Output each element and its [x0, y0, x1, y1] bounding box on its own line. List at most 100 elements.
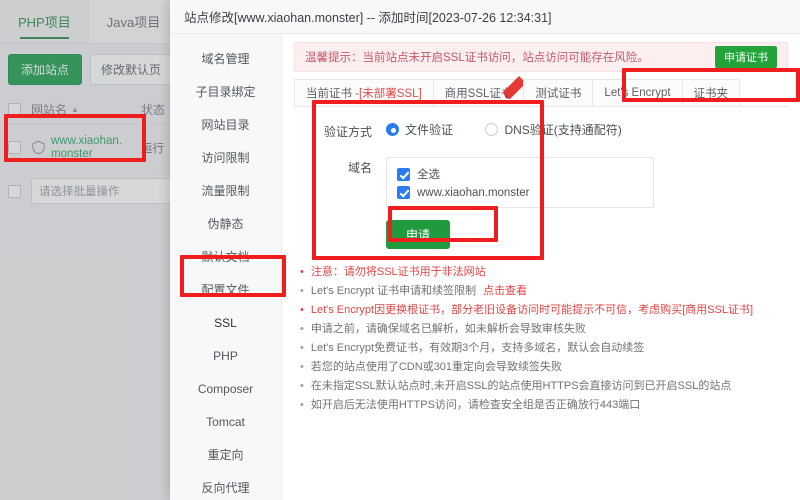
sidebar-item-site-dir[interactable]: 网站目录 [170, 108, 281, 141]
apply-button[interactable]: 申请 [386, 220, 451, 249]
domain-row: 域名 全选 www.xiaohan.monster [306, 157, 788, 208]
sidebar-item-label: 网站目录 [201, 118, 250, 132]
sidebar-item-label: 访问限制 [201, 151, 250, 165]
tab-test-certificate[interactable]: 测试证书 [523, 79, 594, 106]
tab-current-certificate-label: 当前证书 - [306, 88, 360, 100]
sidebar-item-subdir-bind[interactable]: 子目录绑定 [170, 75, 281, 108]
domain-label: 域名 [347, 161, 372, 175]
tab-commercial-ssl[interactable]: 商用SSL证书 [432, 76, 527, 106]
dialog-title: 站点修改[www.xiaohan.monster] -- 添加时间[2023-0… [170, 0, 800, 34]
sort-ascending-icon[interactable]: ▲ [71, 105, 79, 114]
tab-java-project[interactable]: Java项目 [89, 0, 178, 43]
add-site-button[interactable]: 添加站点 [8, 54, 83, 85]
sidebar-item-redirect[interactable]: 重定向 [170, 438, 281, 471]
bullet-icon: • [300, 361, 304, 373]
sidebar-item-rewrite[interactable]: 伪静态 [170, 207, 281, 240]
radio-file-verification[interactable]: 文件验证 [386, 121, 453, 138]
column-header-sitename-label: 网站名 [31, 103, 68, 117]
dialog-body: 域名管理 子目录绑定 网站目录 访问限制 流量限制 伪静态 默认文档 配置文件 … [170, 34, 800, 500]
bulk-select-checkbox[interactable] [8, 184, 21, 198]
verify-method-options: 文件验证 DNS验证(支持通配符) [386, 121, 650, 141]
tab-test-certificate-label: 测试证书 [535, 88, 582, 100]
tab-certificate-folder-label: 证书夹 [693, 88, 729, 100]
sidebar-item-php[interactable]: PHP [170, 339, 281, 372]
note-text: 如开启后无法使用HTTPS访问，请检查安全组是否正确放行443端口 [310, 399, 641, 411]
list-item: • 在未指定SSL默认站点时,未开启SSL的站点使用HTTPS会直接访问到已开启… [300, 377, 788, 396]
tab-current-certificate[interactable]: 当前证书 - [未部署SSL] [294, 79, 434, 106]
bullet-icon: • [300, 323, 304, 335]
sidebar-item-label: 伪静态 [207, 217, 244, 231]
bullet-icon: • [300, 304, 304, 316]
lets-encrypt-form: 验证方式 文件验证 DNS验证(支持通配符) 域名 全选 www.xiaohan… [294, 121, 788, 249]
bullet-icon: • [300, 285, 304, 297]
list-item: • 若您的站点使用了CDN或301重定向会导致续签失败 [300, 358, 788, 377]
tab-php-project[interactable]: PHP项目 [0, 0, 89, 43]
select-all-checkbox[interactable] [8, 103, 21, 116]
ssl-warning-text: 温馨提示：当前站点未开启SSL证书访问，站点访问可能存在风险。 [305, 52, 649, 64]
checkbox-domain-item-label: www.xiaohan.monster [417, 186, 530, 199]
list-item: • 如开启后无法使用HTTPS访问，请检查安全组是否正确放行443端口 [300, 396, 788, 415]
sidebar-item-label: 域名管理 [201, 52, 250, 66]
list-item: • 注意：请勿将SSL证书用于非法网站 [300, 263, 788, 282]
modify-default-page-button[interactable]: 修改默认页 [90, 54, 173, 85]
ssl-warning-banner: 温馨提示：当前站点未开启SSL证书访问，站点访问可能存在风险。 申请证书 [294, 42, 788, 72]
sidebar-item-ssl[interactable]: SSL [170, 306, 281, 339]
ssl-notes-list: • 注意：请勿将SSL证书用于非法网站 • Let's Encrypt 证书申请… [294, 263, 788, 415]
tab-lets-encrypt-label: Let's Encrypt [604, 87, 671, 99]
row-select-checkbox[interactable] [8, 141, 21, 154]
site-name-link[interactable]: www.xiaohan.monster [51, 135, 131, 161]
sidebar-item-composer[interactable]: Composer [170, 372, 281, 405]
tab-java-project-label: Java项目 [106, 15, 161, 30]
sidebar-item-label: Composer [197, 381, 254, 396]
sidebar-item-access-limit[interactable]: 访问限制 [170, 141, 281, 174]
sidebar-item-config-file[interactable]: 配置文件 [170, 273, 281, 306]
checkbox-select-all[interactable]: 全选 [397, 164, 643, 184]
site-cell: www.xiaohan.monster [31, 135, 131, 161]
site-status: 运行 [141, 142, 164, 155]
sidebar-item-label: 流量限制 [201, 184, 250, 198]
sidebar-item-tomcat[interactable]: Tomcat [170, 405, 281, 438]
sidebar-item-label: 配置文件 [201, 283, 250, 297]
verify-method-label: 验证方式 [323, 125, 372, 139]
note-text: 注意：请勿将SSL证书用于非法网站 [310, 266, 486, 278]
radio-file-verification-dot [386, 123, 399, 136]
ssl-panel: 温馨提示：当前站点未开启SSL证书访问，站点访问可能存在风险。 申请证书 当前证… [282, 34, 800, 500]
checkbox-select-all-label: 全选 [417, 169, 440, 181]
note-text: 在未指定SSL默认站点时,未开启SSL的站点使用HTTPS会直接访问到已开启SS… [310, 380, 732, 392]
list-item: • Let's Encrypt免费证书，有效期3个月，支持多域名，默认会自动续签 [300, 339, 788, 358]
bullet-icon: • [300, 342, 304, 354]
tab-certificate-folder[interactable]: 证书夹 [681, 79, 741, 106]
sidebar-item-label: PHP [213, 348, 238, 363]
sidebar-item-reverse-proxy[interactable]: 反向代理 [170, 471, 281, 500]
radio-dns-verification-label: DNS验证(支持通配符) [504, 123, 622, 137]
checkbox-domain-item[interactable]: www.xiaohan.monster [397, 184, 643, 201]
sidebar-item-domain-manage[interactable]: 域名管理 [170, 42, 281, 75]
screen: PHP项目 Java项目 添加站点 修改默认页 网站名 ▲ 状态 www.xia… [0, 0, 800, 500]
column-header-sitename[interactable]: 网站名 ▲ [31, 101, 131, 118]
radio-dns-verification[interactable]: DNS验证(支持通配符) [485, 121, 622, 138]
verify-method-row: 验证方式 文件验证 DNS验证(支持通配符) [306, 121, 788, 141]
sidebar-item-label: 子目录绑定 [195, 85, 256, 99]
note-text: Let's Encrypt免费证书，有效期3个月，支持多域名，默认会自动续签 [310, 342, 645, 354]
site-modify-dialog: 站点修改[www.xiaohan.monster] -- 添加时间[2023-0… [170, 0, 800, 500]
ssl-tab-bar: 当前证书 - [未部署SSL] 商用SSL证书 测试证书 Let's Encry… [294, 76, 788, 107]
tab-lets-encrypt[interactable]: Let's Encrypt [592, 79, 683, 106]
sidebar-item-default-doc[interactable]: 默认文档 [170, 240, 281, 273]
bullet-icon: • [300, 399, 304, 411]
radio-dns-verification-dot [485, 123, 499, 136]
list-item: • Let's Encrypt 证书申请和续签限制 点击查看 [300, 282, 788, 301]
shield-icon [32, 140, 45, 155]
radio-file-verification-label: 文件验证 [405, 123, 454, 137]
note-text: Let's Encrypt因更换根证书，部分老旧设备访问时可能提示不可信，考虑购… [310, 304, 753, 316]
tab-current-certificate-status: [未部署SSL] [359, 88, 422, 100]
note-text: 申请之前，请确保域名已解析，如未解析会导致审核失败 [310, 323, 586, 335]
sidebar-item-label: Tomcat [206, 414, 245, 429]
domain-checkbox-panel: 全选 www.xiaohan.monster [386, 157, 654, 208]
sidebar-item-traffic-limit[interactable]: 流量限制 [170, 174, 281, 207]
sidebar-item-label: SSL [214, 315, 237, 330]
apply-certificate-button[interactable]: 申请证书 [715, 46, 777, 68]
list-item: • 申请之前，请确保域名已解析，如未解析会导致审核失败 [300, 320, 788, 339]
tab-php-project-label: PHP项目 [18, 15, 71, 30]
note-link[interactable]: 点击查看 [483, 282, 527, 301]
tab-commercial-ssl-label: 商用SSL证书 [444, 88, 513, 100]
